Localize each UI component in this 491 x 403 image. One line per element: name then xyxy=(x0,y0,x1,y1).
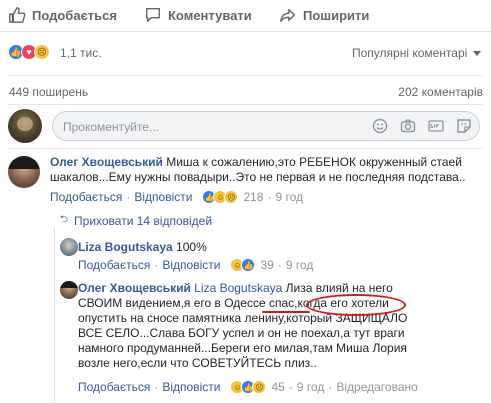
reply-author[interactable]: Liza Bogutskaya xyxy=(78,240,173,254)
reply-mention[interactable]: Liza Bogutskaya xyxy=(194,281,282,295)
camera-icon[interactable] xyxy=(399,117,417,135)
divider xyxy=(8,104,483,105)
like-icon: 👍 xyxy=(241,258,256,272)
comment-input[interactable]: Прокоментуйте... xyxy=(52,111,480,141)
separator-dot: · xyxy=(277,258,282,272)
reply-like-link[interactable]: Подобається xyxy=(78,258,150,272)
emoji-icon[interactable] xyxy=(371,117,389,135)
separator-dot: · xyxy=(267,190,272,204)
comment-button[interactable]: Коментувати xyxy=(144,6,252,24)
comment-timestamp[interactable]: 9 год xyxy=(275,190,303,204)
reply-reply-link[interactable]: Відповісти xyxy=(162,380,220,394)
sad-icon: ☹ xyxy=(224,190,239,204)
edited-label[interactable]: Відредаговано xyxy=(336,380,417,394)
comment-sort-label: Популярні коментарі xyxy=(352,46,468,60)
chevron-down-icon xyxy=(473,50,482,56)
speech-bubble-icon xyxy=(145,7,161,23)
comment-body: Олег Хвощевський Миша к сожалению,это РЕ… xyxy=(50,155,480,185)
like-button[interactable]: Подобається xyxy=(8,6,117,24)
reply-reaction-count: 39 xyxy=(260,258,274,272)
reply-reactions[interactable]: ☺ 👍 xyxy=(230,258,256,272)
reaction-count[interactable]: 1,1 тис. xyxy=(60,46,102,60)
share-button-label: Поширити xyxy=(303,7,370,23)
reaction-icons[interactable]: 👍 ♥ ☹ xyxy=(8,44,50,60)
collapse-arrow-icon: ⮌ xyxy=(60,214,69,225)
reply-reactions[interactable]: ☺ 👍 ☹ xyxy=(230,380,267,394)
comment-reactions[interactable]: 👍 ☺ ☹ xyxy=(202,190,239,204)
comment-author[interactable]: Олег Хвощевський xyxy=(50,155,163,169)
separator-dot: · xyxy=(288,380,293,394)
comment-like-link[interactable]: Подобається xyxy=(50,190,122,204)
sad-icon: ☹ xyxy=(252,380,267,394)
reply-timestamp[interactable]: 9 год xyxy=(286,258,314,272)
annotation-circle xyxy=(306,294,406,316)
comment-meta: Подобається · Відповісти 👍 ☺ ☹ 218 · 9 г… xyxy=(50,190,303,204)
reply-author[interactable]: Олег Хвощевський xyxy=(78,281,191,295)
separator-dot: · xyxy=(126,190,131,204)
composer-tools xyxy=(371,117,473,135)
reply-like-link[interactable]: Подобається xyxy=(78,380,150,394)
comment-button-label: Коментувати xyxy=(168,7,252,23)
reply-meta: Подобається · Відповісти ☺ 👍 ☹ 45 · 9 го… xyxy=(78,380,418,394)
reply-reaction-count: 45 xyxy=(271,380,285,394)
sticker-icon[interactable] xyxy=(455,117,473,135)
avatar[interactable] xyxy=(8,156,40,188)
shares-count[interactable]: 449 поширень xyxy=(9,85,88,99)
gif-icon[interactable] xyxy=(427,117,445,135)
comment-reaction-count: 218 xyxy=(243,190,264,204)
reply-reply-link[interactable]: Відповісти xyxy=(162,258,220,272)
annotation-underline xyxy=(262,311,310,313)
comments-count[interactable]: 202 коментарів xyxy=(398,85,483,99)
reply-thread-line xyxy=(54,228,55,403)
avatar xyxy=(8,109,42,143)
share-arrow-icon xyxy=(280,8,296,23)
reactions-summary: 👍 ♥ ☹ 1,1 тис. Популярні коментарі xyxy=(0,42,491,64)
separator-dot: · xyxy=(154,380,159,394)
avatar[interactable] xyxy=(60,238,78,256)
reply-meta: Подобається · Відповісти ☺ 👍 39 · 9 год xyxy=(78,258,313,272)
thumbs-up-icon xyxy=(9,7,26,23)
comment-sort-dropdown[interactable]: Популярні коментарі xyxy=(352,46,482,60)
sad-icon: ☹ xyxy=(34,44,50,60)
share-button[interactable]: Поширити xyxy=(279,6,369,24)
comment-reply-link[interactable]: Відповісти xyxy=(134,190,192,204)
hide-replies-link[interactable]: ⮌ Приховати 14 відповідей xyxy=(60,212,212,229)
post-action-bar: Подобається Коментувати Поширити xyxy=(0,0,491,32)
like-button-label: Подобається xyxy=(32,7,117,23)
reply-text: 100% xyxy=(176,240,207,254)
separator-dot: · xyxy=(328,380,333,394)
divider xyxy=(8,148,483,149)
avatar[interactable] xyxy=(60,281,78,299)
comment-input-placeholder: Прокоментуйте... xyxy=(63,120,159,134)
hide-replies-label: Приховати 14 відповідей xyxy=(74,213,213,228)
reply-timestamp[interactable]: 9 год xyxy=(297,380,325,394)
reply-body: Liza Bogutskaya 100% xyxy=(78,240,478,255)
divider xyxy=(8,75,483,76)
separator-dot: · xyxy=(154,258,159,272)
